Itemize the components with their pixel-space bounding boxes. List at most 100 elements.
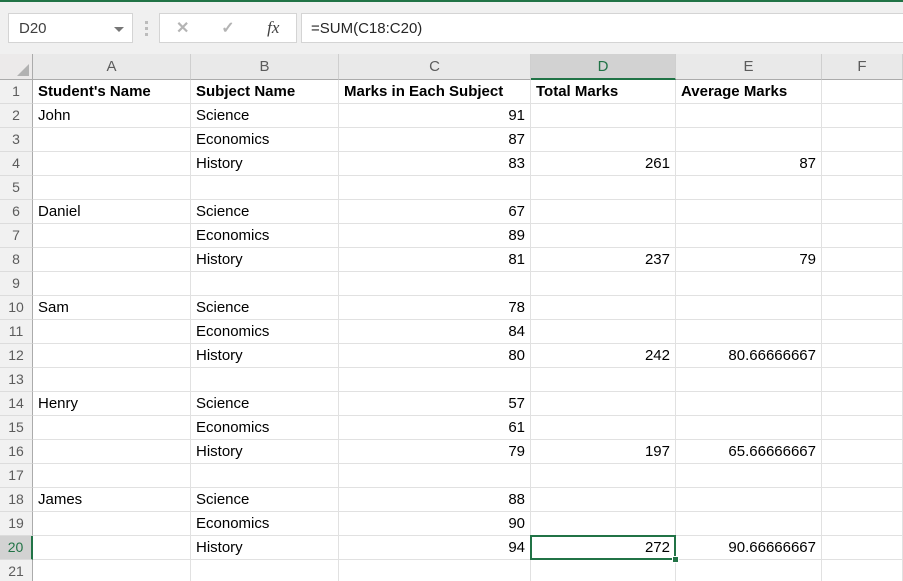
cell-E9[interactable] — [676, 272, 822, 296]
cell-B5[interactable] — [191, 176, 339, 200]
cell-E5[interactable] — [676, 176, 822, 200]
cell-F5[interactable] — [822, 176, 903, 200]
cell-B18[interactable]: Science — [191, 488, 339, 512]
cell-B3[interactable]: Economics — [191, 128, 339, 152]
row-header-5[interactable]: 5 — [0, 176, 33, 200]
cell-E18[interactable] — [676, 488, 822, 512]
cell-A3[interactable] — [33, 128, 191, 152]
cell-B12[interactable]: History — [191, 344, 339, 368]
cell-D3[interactable] — [531, 128, 676, 152]
cell-B7[interactable]: Economics — [191, 224, 339, 248]
cell-E16[interactable]: 65.66666667 — [676, 440, 822, 464]
cell-C11[interactable]: 84 — [339, 320, 531, 344]
cell-E15[interactable] — [676, 416, 822, 440]
cell-A12[interactable] — [33, 344, 191, 368]
cell-A19[interactable] — [33, 512, 191, 536]
row-header-3[interactable]: 3 — [0, 128, 33, 152]
cell-A13[interactable] — [33, 368, 191, 392]
cell-F10[interactable] — [822, 296, 903, 320]
row-header-4[interactable]: 4 — [0, 152, 33, 176]
cell-C19[interactable]: 90 — [339, 512, 531, 536]
cell-D20[interactable]: 272 — [531, 536, 676, 560]
column-header-D[interactable]: D — [531, 54, 676, 80]
cell-A5[interactable] — [33, 176, 191, 200]
column-header-C[interactable]: C — [339, 54, 531, 80]
name-box[interactable]: D20 — [8, 13, 133, 43]
select-all-corner[interactable] — [0, 54, 33, 80]
row-header-16[interactable]: 16 — [0, 440, 33, 464]
cell-B2[interactable]: Science — [191, 104, 339, 128]
cell-B17[interactable] — [191, 464, 339, 488]
cell-F1[interactable] — [822, 80, 903, 104]
cell-C6[interactable]: 67 — [339, 200, 531, 224]
row-header-15[interactable]: 15 — [0, 416, 33, 440]
cell-A1[interactable]: Student's Name — [33, 80, 191, 104]
cell-E19[interactable] — [676, 512, 822, 536]
cell-C3[interactable]: 87 — [339, 128, 531, 152]
row-header-14[interactable]: 14 — [0, 392, 33, 416]
cell-E3[interactable] — [676, 128, 822, 152]
cell-C4[interactable]: 83 — [339, 152, 531, 176]
cell-B11[interactable]: Economics — [191, 320, 339, 344]
row-header-6[interactable]: 6 — [0, 200, 33, 224]
cell-E21[interactable] — [676, 560, 822, 581]
cell-B14[interactable]: Science — [191, 392, 339, 416]
cell-F19[interactable] — [822, 512, 903, 536]
cell-A16[interactable] — [33, 440, 191, 464]
cell-D12[interactable]: 242 — [531, 344, 676, 368]
cell-C21[interactable] — [339, 560, 531, 581]
cell-C15[interactable]: 61 — [339, 416, 531, 440]
cell-F20[interactable] — [822, 536, 903, 560]
cell-D9[interactable] — [531, 272, 676, 296]
column-header-A[interactable]: A — [33, 54, 191, 80]
cell-C16[interactable]: 79 — [339, 440, 531, 464]
column-header-E[interactable]: E — [676, 54, 822, 80]
cell-D13[interactable] — [531, 368, 676, 392]
cell-F9[interactable] — [822, 272, 903, 296]
cell-A21[interactable] — [33, 560, 191, 581]
row-header-9[interactable]: 9 — [0, 272, 33, 296]
cell-C12[interactable]: 80 — [339, 344, 531, 368]
row-header-8[interactable]: 8 — [0, 248, 33, 272]
cell-B10[interactable]: Science — [191, 296, 339, 320]
name-box-dropdown-icon[interactable] — [114, 27, 124, 32]
cell-D18[interactable] — [531, 488, 676, 512]
cell-C7[interactable]: 89 — [339, 224, 531, 248]
row-header-18[interactable]: 18 — [0, 488, 33, 512]
cell-D17[interactable] — [531, 464, 676, 488]
cell-B4[interactable]: History — [191, 152, 339, 176]
cell-F6[interactable] — [822, 200, 903, 224]
cell-E2[interactable] — [676, 104, 822, 128]
cell-B15[interactable]: Economics — [191, 416, 339, 440]
formula-bar-resize-handle[interactable] — [133, 13, 159, 43]
cell-D6[interactable] — [531, 200, 676, 224]
cell-C5[interactable] — [339, 176, 531, 200]
cell-F13[interactable] — [822, 368, 903, 392]
cell-F15[interactable] — [822, 416, 903, 440]
enter-icon[interactable]: ✓ — [213, 18, 243, 38]
column-header-B[interactable]: B — [191, 54, 339, 80]
cell-F21[interactable] — [822, 560, 903, 581]
cell-E10[interactable] — [676, 296, 822, 320]
cell-F18[interactable] — [822, 488, 903, 512]
cell-F16[interactable] — [822, 440, 903, 464]
cell-F11[interactable] — [822, 320, 903, 344]
column-header-F[interactable]: F — [822, 54, 903, 80]
row-header-13[interactable]: 13 — [0, 368, 33, 392]
cell-D10[interactable] — [531, 296, 676, 320]
cell-D7[interactable] — [531, 224, 676, 248]
cell-B8[interactable]: History — [191, 248, 339, 272]
cell-C18[interactable]: 88 — [339, 488, 531, 512]
insert-function-icon[interactable]: fx — [258, 18, 288, 38]
cell-B13[interactable] — [191, 368, 339, 392]
cell-B9[interactable] — [191, 272, 339, 296]
cell-B19[interactable]: Economics — [191, 512, 339, 536]
cell-E14[interactable] — [676, 392, 822, 416]
cell-A14[interactable]: Henry — [33, 392, 191, 416]
cell-C10[interactable]: 78 — [339, 296, 531, 320]
cancel-icon[interactable]: ✕ — [168, 18, 198, 38]
cell-F8[interactable] — [822, 248, 903, 272]
row-header-19[interactable]: 19 — [0, 512, 33, 536]
row-header-10[interactable]: 10 — [0, 296, 33, 320]
fill-handle[interactable] — [672, 556, 679, 563]
